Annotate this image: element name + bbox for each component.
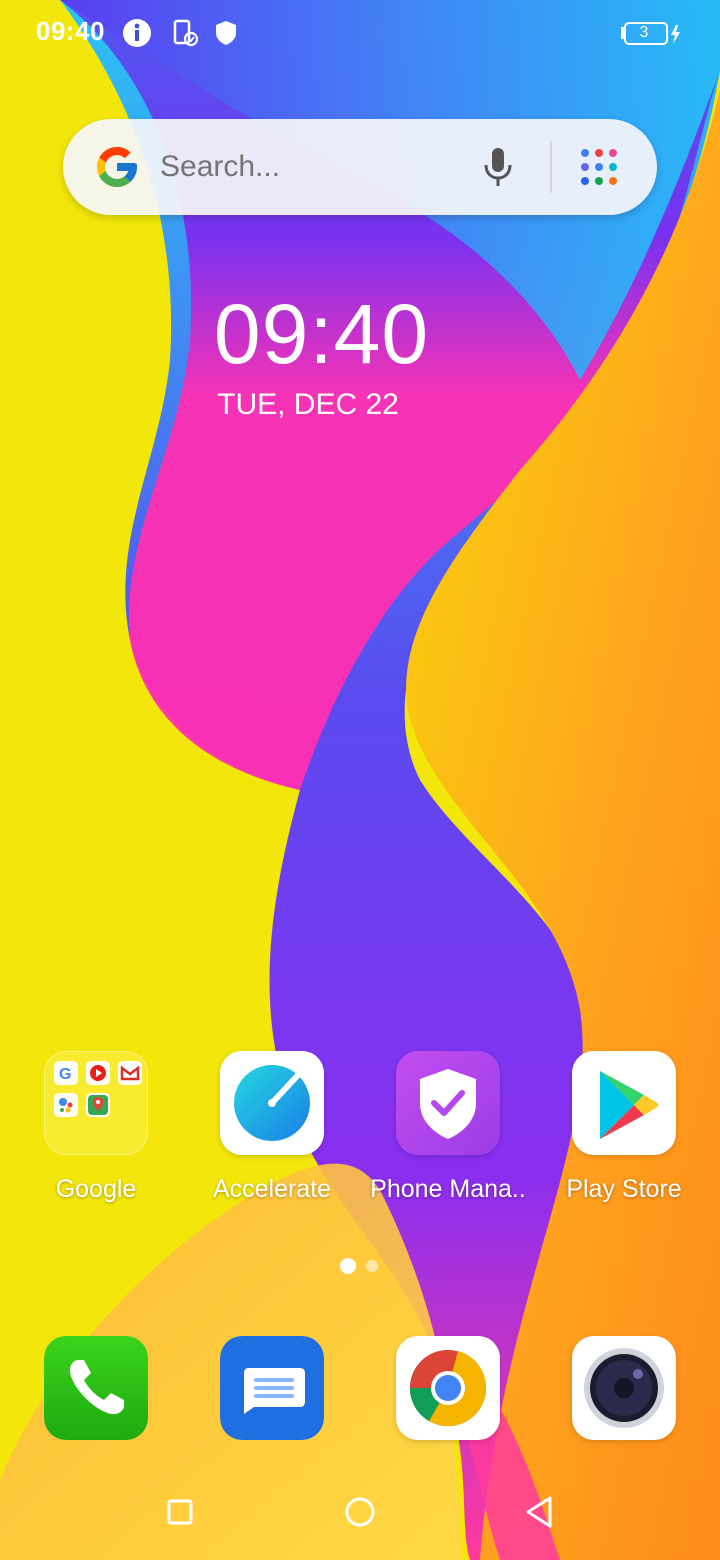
app-grid-icon[interactable] — [579, 147, 621, 187]
assistant-mini-icon — [54, 1093, 78, 1117]
phone-screen-icon — [173, 19, 199, 47]
home-icon[interactable] — [338, 1490, 382, 1534]
search-bar[interactable] — [63, 119, 657, 215]
messages-icon — [220, 1336, 324, 1440]
page-indicator-active[interactable] — [340, 1258, 356, 1274]
play-store-icon — [572, 1051, 676, 1155]
recents-icon[interactable] — [158, 1490, 202, 1534]
folder-icon: G — [44, 1051, 148, 1155]
mic-icon[interactable] — [481, 145, 515, 189]
accelerate-icon — [220, 1051, 324, 1155]
app-label: Accelerate — [212, 1175, 332, 1203]
shield-icon — [216, 21, 236, 45]
svg-text:G: G — [59, 1066, 71, 1083]
google-g-icon — [97, 147, 137, 187]
search-input[interactable] — [160, 149, 460, 185]
app-label: Phone Mana.. — [370, 1175, 526, 1203]
phone-manager-icon — [396, 1051, 500, 1155]
wallpaper — [0, 0, 720, 1560]
status-time: 09:40 — [36, 16, 105, 46]
back-icon[interactable] — [518, 1490, 562, 1534]
clock-time[interactable]: 09:40 — [0, 286, 643, 383]
info-icon — [123, 19, 151, 47]
page-indicator-inactive[interactable] — [366, 1260, 378, 1272]
maps-mini-icon — [86, 1093, 110, 1117]
app-label: Google — [55, 1175, 137, 1203]
search-divider — [550, 141, 552, 193]
google-mini-icon: G — [54, 1061, 78, 1085]
phone-icon — [44, 1336, 148, 1440]
status-bar: 09:40 3 — [0, 0, 720, 66]
battery-level: 3 — [639, 24, 649, 41]
app-label: Play Store — [566, 1175, 682, 1203]
camera-icon — [572, 1336, 676, 1440]
charging-icon — [671, 25, 680, 44]
youtube-mini-icon — [86, 1061, 110, 1085]
clock-date[interactable]: TUE, DEC 22 — [0, 388, 616, 422]
gmail-mini-icon — [118, 1061, 142, 1085]
chrome-icon — [396, 1336, 500, 1440]
